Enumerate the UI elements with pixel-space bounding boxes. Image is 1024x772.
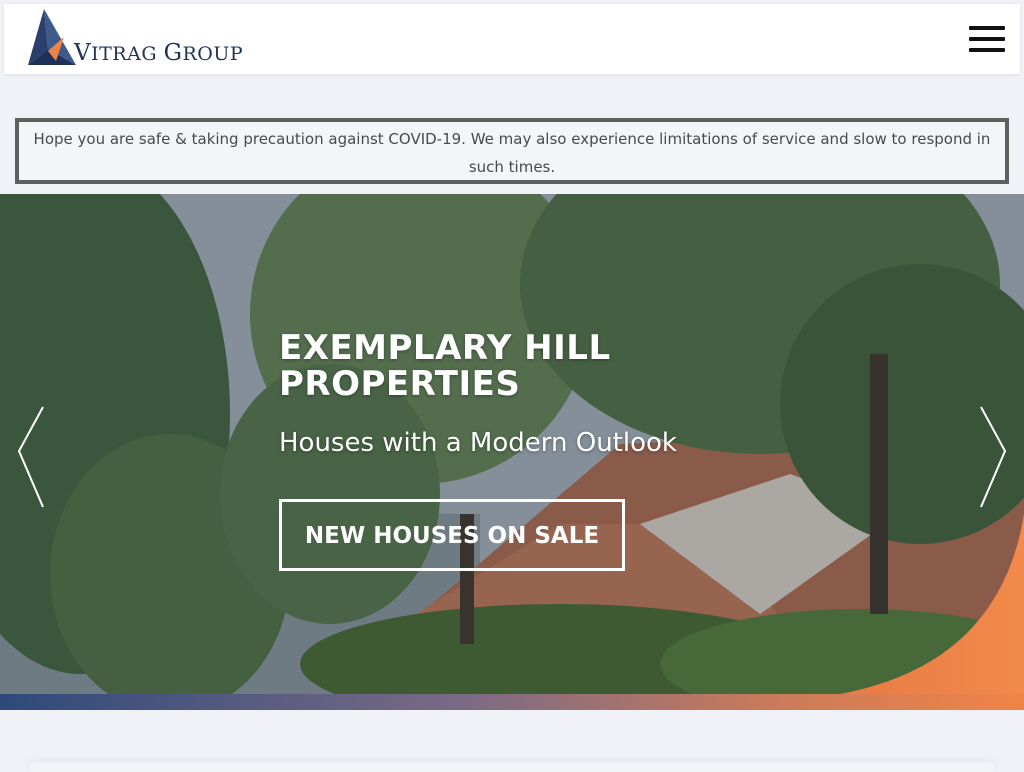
- new-houses-button[interactable]: NEW HOUSES ON SALE: [279, 499, 625, 571]
- next-section-card: [30, 762, 994, 772]
- gradient-band: [0, 694, 1024, 710]
- logo-mark-icon: [28, 9, 76, 65]
- brand-name: VITRAG GROUP: [74, 40, 244, 66]
- chevron-left-icon[interactable]: [16, 405, 46, 509]
- covid-notice-text: Hope you are safe & taking precaution ag…: [33, 130, 991, 176]
- hamburger-icon[interactable]: [969, 26, 1005, 54]
- hero-subtitle: Houses with a Modern Outlook: [279, 428, 677, 458]
- next-section: [0, 710, 1024, 768]
- site-header: VITRAG GROUP: [4, 4, 1020, 74]
- brand-logo[interactable]: VITRAG GROUP: [22, 7, 243, 71]
- covid-notice: Hope you are safe & taking precaution ag…: [15, 118, 1009, 184]
- chevron-right-icon[interactable]: [978, 405, 1008, 509]
- hero-title: EXEMPLARY HILL PROPERTIES: [279, 328, 611, 404]
